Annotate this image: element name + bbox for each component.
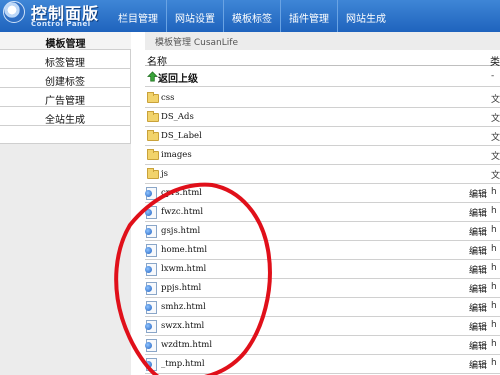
html-file-icon: [145, 187, 157, 200]
file-name[interactable]: cprs.html: [161, 188, 202, 198]
column-header-name: 名称: [147, 57, 167, 68]
sidebar-item-tag-management[interactable]: 标签管理: [0, 50, 131, 69]
folder-icon: [147, 149, 159, 160]
table-row[interactable]: ppjs.html 编辑 h: [145, 279, 500, 298]
folder-name[interactable]: DS_Ads: [161, 112, 194, 122]
row-type: h: [491, 206, 497, 216]
edit-link[interactable]: 编辑: [469, 263, 487, 276]
table-row[interactable]: gsjs.html 编辑 h: [145, 222, 500, 241]
control-panel-logo-icon: [3, 1, 25, 23]
nav-template-tags[interactable]: 模板标签: [223, 0, 280, 32]
folder-name[interactable]: images: [161, 150, 192, 160]
table-row[interactable]: smhz.html 编辑 h: [145, 298, 500, 317]
row-type: h: [491, 263, 497, 273]
table-header: 名称 类: [145, 52, 500, 68]
file-name[interactable]: fwzc.html: [161, 207, 203, 217]
table-row[interactable]: lxwm.html 编辑 h: [145, 260, 500, 279]
sidebar-item-create-tag[interactable]: 创建标签: [0, 69, 131, 88]
folder-name[interactable]: js: [161, 169, 168, 179]
sidebar-empty-row: [0, 126, 131, 144]
sidebar-item-ad-management[interactable]: 广告管理: [0, 88, 131, 107]
file-name[interactable]: swzx.html: [161, 321, 204, 331]
table-row[interactable]: _tmp.html 编辑 h: [145, 355, 500, 374]
html-file-icon: [145, 225, 157, 238]
table-row[interactable]: css 文: [145, 89, 500, 108]
row-type: h: [491, 320, 497, 330]
sidebar: 模板管理 标签管理 创建标签 广告管理 全站生成: [0, 32, 131, 375]
file-name[interactable]: lxwm.html: [161, 264, 206, 274]
html-file-icon: [145, 339, 157, 352]
html-file-icon: [145, 358, 157, 371]
row-type: h: [491, 187, 497, 197]
up-arrow-icon: [147, 71, 158, 82]
edit-link[interactable]: 编辑: [469, 320, 487, 333]
file-name[interactable]: wzdtm.html: [161, 340, 212, 350]
row-type: 文: [491, 114, 500, 124]
file-name[interactable]: gsjs.html: [161, 226, 200, 236]
column-header-type: 类: [490, 57, 500, 68]
edit-link[interactable]: 编辑: [469, 339, 487, 352]
table-row[interactable]: images 文: [145, 146, 500, 165]
table-row[interactable]: cprs.html 编辑 h: [145, 184, 500, 203]
table-row[interactable]: home.html 编辑 h: [145, 241, 500, 260]
folder-icon: [147, 130, 159, 141]
file-name[interactable]: smhz.html: [161, 302, 206, 312]
html-file-icon: [145, 282, 157, 295]
edit-link[interactable]: 编辑: [469, 358, 487, 371]
folder-icon: [147, 168, 159, 179]
row-type: h: [491, 339, 497, 349]
edit-link[interactable]: 编辑: [469, 187, 487, 200]
row-type: -: [491, 71, 495, 81]
edit-link[interactable]: 编辑: [469, 225, 487, 238]
row-type: h: [491, 301, 497, 311]
html-file-icon: [145, 244, 157, 257]
file-name[interactable]: _tmp.html: [161, 359, 205, 369]
html-file-icon: [145, 320, 157, 333]
edit-link[interactable]: 编辑: [469, 206, 487, 219]
folder-icon: [147, 92, 159, 103]
row-type: h: [491, 244, 497, 254]
edit-link[interactable]: 编辑: [469, 282, 487, 295]
row-type: h: [491, 225, 497, 235]
nav-site-generation[interactable]: 网站生成: [337, 0, 394, 32]
table-row-parent[interactable]: 返回上级 -: [145, 68, 500, 87]
row-type: h: [491, 282, 497, 292]
nav-plugin-management[interactable]: 插件管理: [280, 0, 337, 32]
table-row[interactable]: DS_Ads 文: [145, 108, 500, 127]
table-row[interactable]: js 文: [145, 165, 500, 184]
table-row[interactable]: DS_Label 文: [145, 127, 500, 146]
row-type: 文: [491, 171, 500, 181]
parent-dir-link[interactable]: 返回上级: [158, 70, 198, 85]
folder-name[interactable]: css: [161, 93, 175, 103]
sidebar-title: 模板管理: [0, 32, 131, 50]
main-panel: 模板管理 CusanLife 名称 类 返回上级 - css 文 DS_Ads …: [145, 32, 500, 375]
row-type: 文: [491, 95, 500, 105]
table-row[interactable]: wzdtm.html 编辑 h: [145, 336, 500, 355]
table-row[interactable]: swzx.html 编辑 h: [145, 317, 500, 336]
table-row[interactable]: fwzc.html 编辑 h: [145, 203, 500, 222]
file-name[interactable]: ppjs.html: [161, 283, 201, 293]
logo-subtitle: Control Panel: [31, 20, 91, 28]
nav-site-settings[interactable]: 网站设置: [166, 0, 223, 32]
folder-icon: [147, 111, 159, 122]
row-type: h: [491, 358, 497, 368]
edit-link[interactable]: 编辑: [469, 244, 487, 257]
html-file-icon: [145, 206, 157, 219]
nav-column-management[interactable]: 栏目管理: [110, 0, 166, 32]
file-name[interactable]: home.html: [161, 245, 207, 255]
row-type: 文: [491, 133, 500, 143]
breadcrumb: 模板管理 CusanLife: [145, 32, 500, 50]
row-type: 文: [491, 152, 500, 162]
folder-name[interactable]: DS_Label: [161, 131, 202, 141]
sidebar-item-site-generation[interactable]: 全站生成: [0, 107, 131, 126]
top-nav: 栏目管理 网站设置 模板标签 插件管理 网站生成: [110, 0, 394, 32]
edit-link[interactable]: 编辑: [469, 301, 487, 314]
html-file-icon: [145, 263, 157, 276]
html-file-icon: [145, 301, 157, 314]
top-header: 控制面版 Control Panel 栏目管理 网站设置 模板标签 插件管理 网…: [0, 0, 500, 32]
